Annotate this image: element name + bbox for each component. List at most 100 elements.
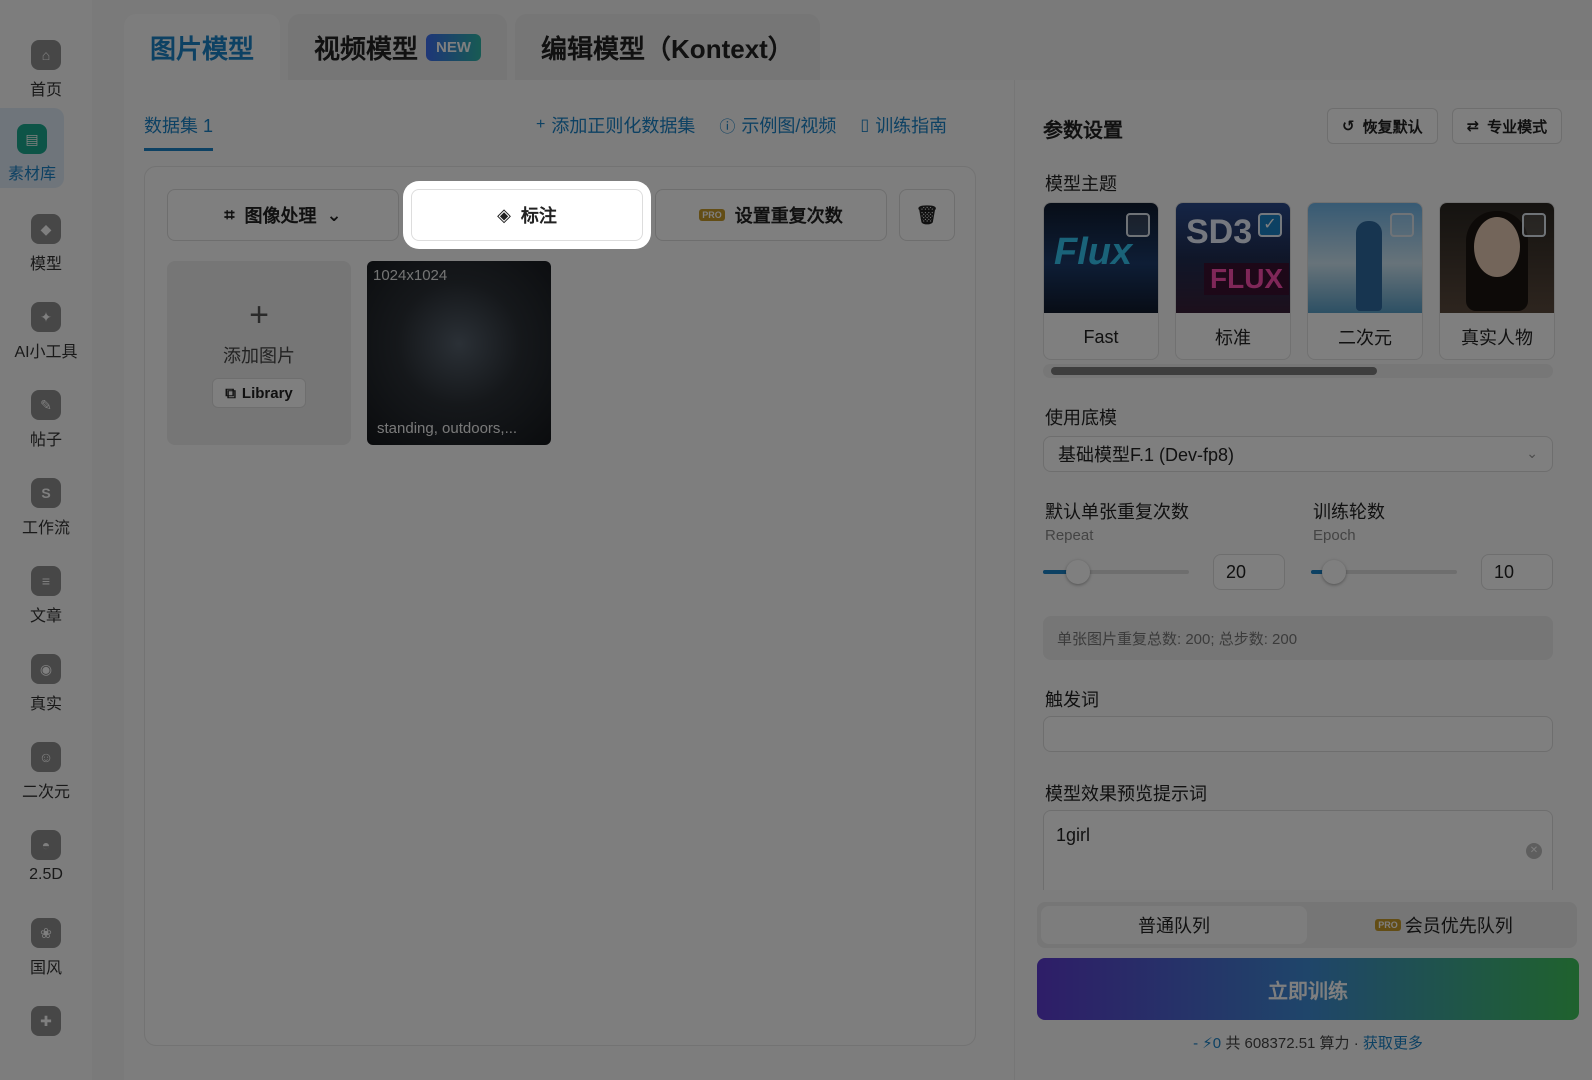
camera-icon: ◉: [31, 654, 61, 684]
image-process-dropdown[interactable]: ⌗ 图像处理 ⌄: [167, 189, 399, 241]
annotate-button[interactable]: ◈ 标注: [411, 189, 643, 241]
preview-prompt-label: 模型效果预览提示词: [1045, 784, 1207, 804]
sidebar-item-label: 首页: [29, 82, 62, 99]
delete-button[interactable]: 🗑: [899, 189, 955, 241]
set-repeat-label: 设置重复次数: [734, 206, 843, 226]
image-process-label: 图像处理: [244, 206, 317, 226]
content-area: 数据集 1 + 添加正则化数据集 ⓘ 示例图/视频 ▯ 训练指南 ⌗ 图像处理 …: [124, 80, 1592, 1080]
sidebar-item-label: 国风: [29, 960, 62, 977]
add-image-label: 添加图片: [223, 346, 295, 366]
home-icon: ⌂: [31, 40, 61, 70]
theme-checkbox[interactable]: [1522, 213, 1546, 237]
tab-video-model[interactable]: 视频模型 NEW: [288, 14, 508, 80]
cost-line: - ⚡0 共 608372.51 算力 · 获取更多: [1037, 1032, 1579, 1053]
reset-label: 恢复默认: [1362, 118, 1423, 136]
slider-knob[interactable]: [1066, 560, 1091, 584]
theme-checkbox[interactable]: [1390, 213, 1414, 237]
theme-scrollbar[interactable]: [1043, 364, 1553, 378]
sidebar-item-workflow[interactable]: S 工作流: [0, 462, 92, 542]
sidebar-item-label: 二次元: [21, 784, 70, 801]
library-link-icon: ⧉: [225, 384, 236, 402]
add-regularization-dataset-link[interactable]: + 添加正则化数据集: [536, 112, 695, 138]
tool-icon: ✦: [31, 302, 61, 332]
sidebar-item-games[interactable]: ✚: [0, 990, 92, 1070]
cost-total: 共 608372.51 算力 ·: [1225, 1035, 1363, 1052]
sidebar-item-guofeng[interactable]: ❀ 国风: [0, 902, 92, 982]
set-repeat-button[interactable]: PRO 设置重复次数: [655, 189, 887, 241]
sidebar-item-home[interactable]: ⌂ 首页: [0, 24, 92, 104]
sidebar-item-posts[interactable]: ✎ 帖子: [0, 374, 92, 454]
vip-queue-option[interactable]: PRO 会员优先队列: [1311, 902, 1577, 948]
workflow-icon: S: [31, 478, 61, 508]
trash-icon: 🗑: [915, 204, 939, 225]
fan-icon: ❀: [31, 918, 61, 948]
theme-card-fast[interactable]: Flux Fast: [1043, 202, 1159, 360]
plus-icon: +: [536, 116, 546, 133]
swap-icon: ⇄: [1466, 118, 1480, 135]
theme-image: [1308, 203, 1422, 313]
sidebar-item-articles[interactable]: ≡ 文章: [0, 550, 92, 630]
theme-card-standard[interactable]: SD3 FLUX ✓ 标准: [1175, 202, 1291, 360]
params-actions: ↺ 恢复默认 ⇄ 专业模式: [1327, 108, 1563, 144]
repeat-input[interactable]: 20: [1213, 554, 1285, 590]
sidebar-item-anime[interactable]: ☺ 二次元: [0, 726, 92, 806]
library-label: Library: [241, 384, 293, 402]
sidebar-item-label: 素材库: [7, 166, 56, 183]
preview-prompt-textarea[interactable]: 1girl ✕: [1043, 810, 1553, 890]
new-badge: NEW: [426, 33, 482, 61]
library-button[interactable]: ⧉ Library: [212, 378, 306, 408]
sidebar-item-label: 模型: [29, 256, 62, 273]
epoch-slider[interactable]: [1311, 560, 1457, 584]
scrollbar-thumb[interactable]: [1051, 367, 1377, 375]
repeat-slider[interactable]: [1043, 560, 1189, 584]
epoch-label: 训练轮数: [1313, 502, 1385, 522]
sidebar-item-label: 真实: [29, 696, 62, 713]
theme-art-text: Flux: [1054, 231, 1133, 273]
sidebar-item-label: 帖子: [29, 432, 62, 449]
checkmark-icon[interactable]: ✓: [1258, 213, 1282, 237]
repeat-summary: 单张图片重复总数: 200; 总步数: 200: [1043, 616, 1553, 660]
theme-card-realistic[interactable]: 真实人物: [1439, 202, 1555, 360]
sidebar-item-models[interactable]: ◆ 模型: [0, 198, 92, 278]
sidebar-item-2-5d[interactable]: ◓ 2.5D: [0, 814, 92, 894]
post-icon: ✎: [31, 390, 61, 420]
add-plus-icon: +: [249, 296, 269, 334]
dataset-image-card[interactable]: 1024x1024 standing, outdoors,...: [367, 261, 551, 445]
repeat-sub-label: Repeat: [1045, 527, 1094, 544]
pro-mode-button[interactable]: ⇄ 专业模式: [1451, 108, 1563, 144]
clear-icon[interactable]: ✕: [1526, 843, 1542, 859]
tab-image-model[interactable]: 图片模型: [124, 14, 281, 80]
epoch-input[interactable]: 10: [1481, 554, 1553, 590]
model-tabs: 图片模型 视频模型 NEW 编辑模型（Kontext）: [124, 14, 820, 80]
crop-icon: ⌗: [224, 204, 235, 225]
add-image-card[interactable]: + 添加图片 ⧉ Library: [167, 261, 351, 445]
sidebar-item-label: AI小工具: [14, 344, 78, 361]
anime-icon: ☺: [31, 742, 61, 772]
tab-edit-model[interactable]: 编辑模型（Kontext）: [515, 14, 820, 80]
examples-link[interactable]: ⓘ 示例图/视频: [719, 112, 836, 138]
sidebar-item-real[interactable]: ◉ 真实: [0, 638, 92, 718]
reset-default-button[interactable]: ↺ 恢复默认: [1327, 108, 1438, 144]
base-model-select[interactable]: 基础模型F.1 (Dev-fp8) ⌄: [1043, 436, 1553, 472]
tag-icon: ◈: [497, 204, 511, 225]
theme-name: 标准: [1215, 328, 1251, 348]
tab-dataset-1[interactable]: 数据集 1: [144, 112, 214, 151]
annotate-label: 标注: [520, 206, 557, 226]
ufo-icon: ◓: [31, 830, 61, 860]
chevron-down-icon: ⌄: [326, 204, 342, 225]
article-icon: ≡: [31, 566, 61, 596]
sidebar-item-library[interactable]: ▤ 素材库: [0, 108, 64, 188]
theme-card-anime[interactable]: 二次元: [1307, 202, 1423, 360]
gamepad-icon: ✚: [31, 1006, 61, 1036]
image-grid: + 添加图片 ⧉ Library 1024x1024 standing, out…: [167, 261, 551, 445]
train-now-button[interactable]: 立即训练: [1037, 958, 1579, 1020]
sidebar-item-ai-tools[interactable]: ✦ AI小工具: [0, 286, 92, 366]
normal-queue-option[interactable]: 普通队列: [1041, 906, 1307, 944]
sidebar: ⌂ 首页 ▤ 素材库 ◆ 模型 ✦ AI小工具 ✎ 帖子 S 工作流 ≡ 文章 …: [0, 0, 92, 1080]
get-more-link[interactable]: 获取更多: [1363, 1035, 1423, 1052]
theme-checkbox[interactable]: [1126, 213, 1150, 237]
trigger-word-input[interactable]: [1043, 716, 1553, 752]
slider-knob[interactable]: [1322, 560, 1347, 584]
add-reg-label: 添加正则化数据集: [551, 116, 696, 136]
training-guide-link[interactable]: ▯ 训练指南: [860, 112, 947, 138]
